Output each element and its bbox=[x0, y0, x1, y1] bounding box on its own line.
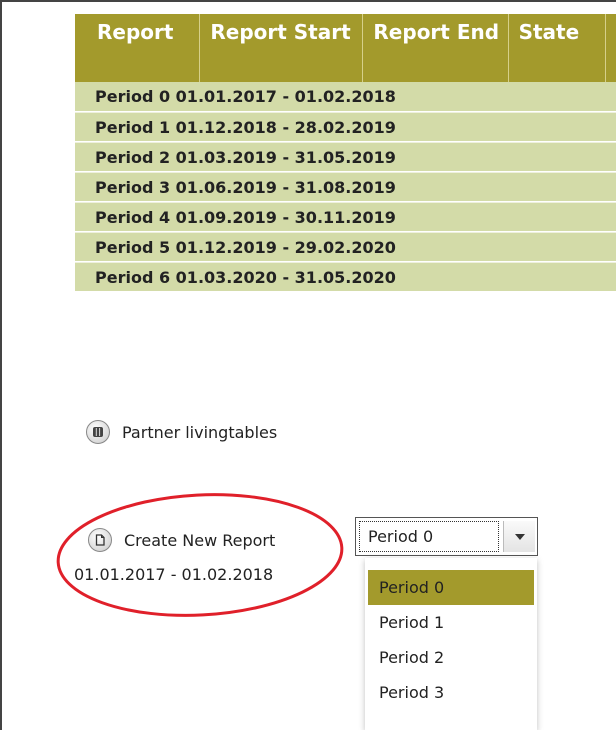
period-select[interactable]: Period 0 bbox=[355, 517, 538, 556]
window-top-border bbox=[0, 0, 616, 2]
reports-table: Report Report Start Report End State Per… bbox=[75, 14, 616, 291]
period-dropdown-list: Period 0 Period 1 Period 2 Period 3 bbox=[365, 558, 537, 730]
table-icon bbox=[86, 420, 110, 444]
column-header-report-start[interactable]: Report Start bbox=[200, 14, 364, 82]
partner-link[interactable]: Partner livingtables bbox=[86, 420, 277, 444]
column-header-report[interactable]: Report bbox=[75, 14, 201, 82]
table-row[interactable]: Period 4 01.09.2019 - 30.11.2019 bbox=[75, 202, 616, 231]
period-select-value: Period 0 bbox=[359, 521, 499, 552]
table-row[interactable]: Period 5 01.12.2019 - 29.02.2020 bbox=[75, 232, 616, 261]
annotation-ellipse bbox=[56, 493, 344, 617]
period-option[interactable]: Period 3 bbox=[368, 675, 534, 710]
column-header-report-end[interactable]: Report End bbox=[363, 14, 509, 82]
period-option[interactable]: Period 0 bbox=[368, 570, 534, 605]
window-left-border bbox=[0, 0, 2, 730]
table-row[interactable]: Period 3 01.06.2019 - 31.08.2019 bbox=[75, 172, 616, 201]
table-row[interactable]: Period 0 01.01.2017 - 01.02.2018 bbox=[75, 82, 616, 111]
column-header-state[interactable]: State bbox=[509, 14, 607, 82]
table-header: Report Report Start Report End State bbox=[75, 14, 616, 82]
period-option[interactable]: Period 1 bbox=[368, 605, 534, 640]
table-row[interactable]: Period 6 01.03.2020 - 31.05.2020 bbox=[75, 262, 616, 291]
chevron-down-icon bbox=[515, 534, 525, 540]
table-row[interactable]: Period 1 01.12.2018 - 28.02.2019 bbox=[75, 112, 616, 141]
dropdown-arrow-button[interactable] bbox=[503, 521, 535, 552]
partner-label: Partner livingtables bbox=[122, 422, 278, 442]
table-row[interactable]: Period 2 01.03.2019 - 31.05.2019 bbox=[75, 142, 616, 171]
period-option[interactable]: Period 2 bbox=[368, 640, 534, 675]
column-header-extra bbox=[606, 14, 616, 82]
